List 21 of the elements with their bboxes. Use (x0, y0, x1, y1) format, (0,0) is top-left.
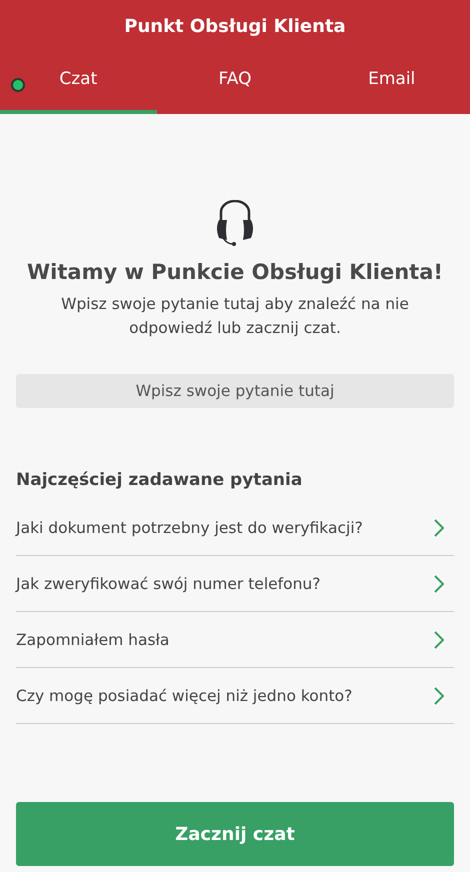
faq-question: Jak zweryfikować swój numer telefonu? (16, 574, 320, 592)
headset-icon (215, 200, 255, 246)
faq-item[interactable]: Jaki dokument potrzebny jest do weryfikacji? (16, 500, 454, 556)
chevron-icon (434, 630, 444, 648)
faq-item[interactable]: Czy mogę posiadać więcej niż jedno konto? (16, 668, 454, 724)
chevron-icon (434, 686, 444, 704)
faq-item[interactable]: Jak zweryfikować swój numer telefonu? (16, 556, 454, 612)
faq-question: Zapomniałem hasła (16, 630, 170, 648)
welcome-heading: Witamy w Punkcie Obsługi Klienta! (27, 260, 443, 284)
welcome-text: Wpisz swoje pytanie tutaj aby znaleźć na nie odpowiedź lub zacznij czat. (60, 294, 410, 339)
chevron-icon (434, 518, 444, 536)
header-title: Punkt Obsługi Klienta (123, 15, 347, 39)
faq-heading: Najczęściej zadawane pytania (16, 470, 304, 490)
chevron-icon (434, 574, 444, 592)
faq-question: Jaki dokument potrzebny jest do weryfikacji? (16, 518, 363, 536)
faq-item[interactable]: Zapomniałem hasła (16, 612, 454, 668)
tab[interactable]: FAQ (156, 56, 314, 114)
tab[interactable]: Czat (0, 56, 157, 114)
search-field[interactable]: Wpisz swoje pytanie tutaj (16, 374, 454, 408)
faq-question: Czy mogę posiadać więcej niż jedno konto? (16, 686, 352, 704)
tab[interactable]: Email (313, 56, 470, 114)
